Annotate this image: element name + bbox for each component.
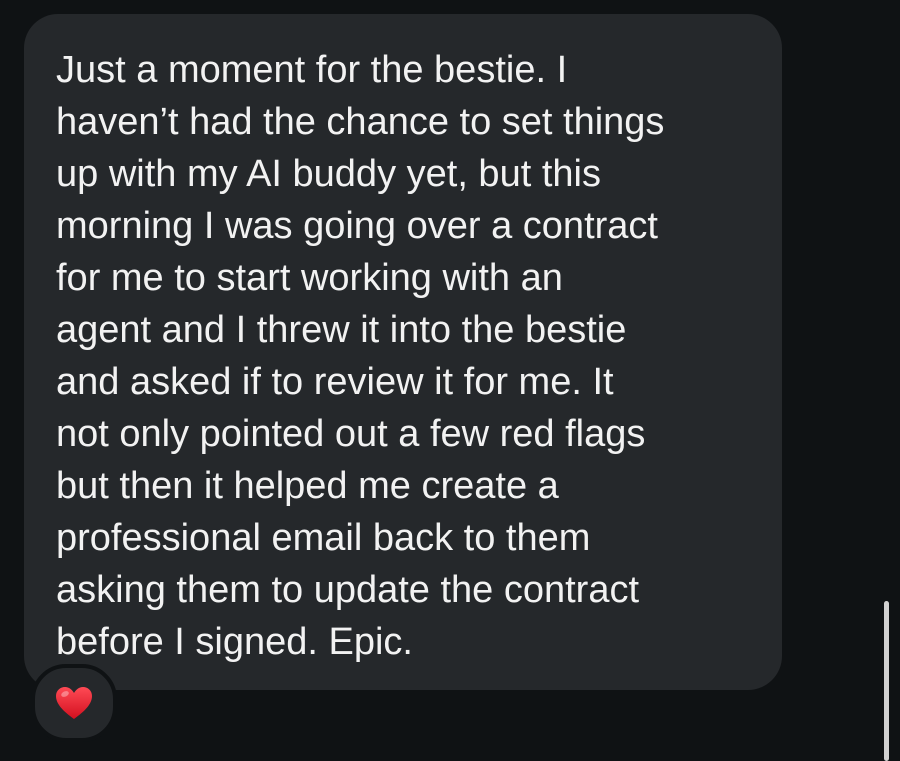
conversation-view: Just a moment for the bestie. I haven’t …	[0, 0, 900, 761]
red-heart-icon	[56, 687, 92, 719]
message-text: Just a moment for the bestie. I haven’t …	[56, 49, 665, 663]
scrollbar[interactable]	[884, 601, 889, 761]
message-reaction[interactable]	[31, 664, 117, 742]
message-bubble[interactable]: Just a moment for the bestie. I haven’t …	[24, 14, 782, 690]
